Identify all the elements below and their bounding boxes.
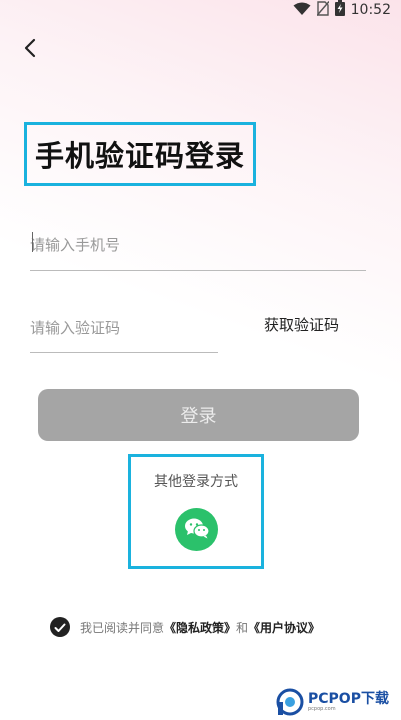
- wifi-icon: [293, 1, 311, 20]
- other-login-highlight-box: 其他登录方式: [128, 454, 264, 569]
- login-button[interactable]: 登录: [38, 389, 359, 441]
- wechat-login-button[interactable]: [175, 508, 218, 551]
- phone-field-row: [30, 220, 366, 271]
- watermark-brand: PCPOP下载: [308, 690, 389, 707]
- watermark-sub: pcpop.com: [308, 705, 336, 712]
- title-highlight-box: 手机验证码登录: [24, 122, 256, 186]
- other-login-label: 其他登录方式: [154, 474, 238, 490]
- watermark: PCPOP下载 pcpop.com: [276, 684, 389, 720]
- verification-code-input[interactable]: [30, 304, 218, 352]
- phone-input[interactable]: [30, 220, 366, 270]
- user-agreement-link[interactable]: 《用户协议》: [248, 621, 320, 635]
- no-sim-icon: [316, 0, 330, 20]
- agreement-text: 我已阅读并同意《隐私政策》和《用户协议》: [80, 619, 320, 636]
- status-icons: 10:52: [293, 0, 391, 20]
- wechat-icon: [183, 516, 211, 544]
- page-title: 手机验证码登录: [34, 139, 245, 173]
- battery-charging-icon: [334, 0, 345, 20]
- privacy-policy-link[interactable]: 《隐私政策》: [164, 621, 236, 635]
- agreement-conjunction: 和: [236, 620, 249, 635]
- status-time: 10:52: [350, 2, 391, 18]
- agreement-checkbox[interactable]: [50, 617, 70, 637]
- agreement-row: 我已阅读并同意《隐私政策》和《用户协议》: [50, 616, 320, 638]
- get-code-button[interactable]: 获取验证码: [264, 314, 339, 335]
- chevron-left-icon: [23, 38, 37, 62]
- watermark-text: PCPOP下载 pcpop.com: [308, 692, 389, 713]
- status-bar: 10:52: [0, 0, 401, 20]
- code-field-row: [30, 304, 218, 353]
- back-button[interactable]: [16, 36, 44, 64]
- pcpop-logo-icon: [276, 688, 304, 716]
- checkmark-icon: [54, 618, 66, 637]
- text-cursor: [32, 232, 33, 252]
- agreement-prefix: 我已阅读并同意: [80, 620, 165, 635]
